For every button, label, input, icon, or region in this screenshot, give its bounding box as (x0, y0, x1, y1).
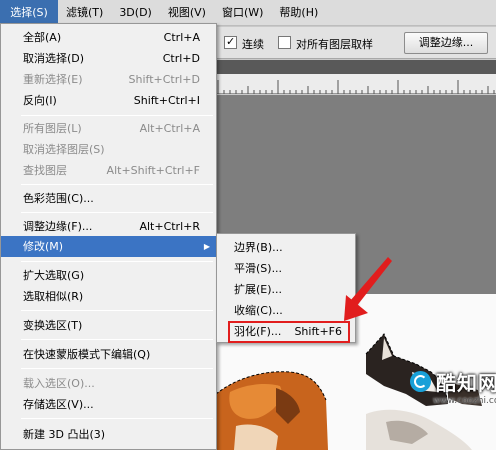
modify-submenu: 边界(B)... 平滑(S)... 扩展(E)... 收缩(C)... 羽化(F… (216, 233, 356, 343)
menu-item-shortcut: Alt+Ctrl+A (139, 122, 200, 135)
submenu-item-label: 收缩(C)... (234, 304, 283, 317)
menu-separator (21, 115, 213, 116)
submenu-item-smooth[interactable]: 平滑(S)... (217, 258, 355, 279)
menu-item-shortcut: Shift+Ctrl+D (128, 73, 200, 86)
menu-item-shortcut: Ctrl+D (162, 52, 200, 65)
menu-item-label: 修改(M) (23, 240, 64, 253)
menu-item-color-range[interactable]: 色彩范围(C)... (1, 188, 216, 209)
submenu-item-expand[interactable]: 扩展(E)... (217, 279, 355, 300)
menu-help[interactable]: 帮助(H) (271, 0, 326, 26)
menu-item-label: 在快速蒙版模式下编辑(Q) (23, 348, 151, 361)
menu-separator (21, 339, 213, 340)
menu-item-label: 调整边缘(F)... (23, 220, 93, 233)
menu-item-label: 变换选区(T) (23, 319, 83, 332)
menu-separator (21, 212, 213, 213)
menu-item-label: 全部(A) (23, 31, 62, 44)
feather-highlight-box (228, 321, 350, 343)
menu-item-all[interactable]: 全部(A) Ctrl+A (1, 27, 216, 48)
menu-item-label: 查找图层 (23, 164, 67, 177)
menu-item-label: 载入选区(O)... (23, 377, 95, 390)
menu-separator (21, 368, 213, 369)
menu-item-modify[interactable]: 修改(M) ▶ (1, 236, 216, 257)
select-menu-dropdown: 全部(A) Ctrl+A 取消选择(D) Ctrl+D 重新选择(E) Shift+C… (0, 23, 217, 450)
menu-item-deselect-layers[interactable]: 取消选择图层(S) (1, 139, 216, 160)
menu-item-save-selection[interactable]: 存储选区(V)... (1, 394, 216, 415)
contiguous-label: 连续 (242, 38, 264, 51)
submenu-item-border[interactable]: 边界(B)... (217, 237, 355, 258)
watermark-url: www.coozhi.com (433, 396, 496, 406)
menu-item-refine-edge[interactable]: 调整边缘(F)... Alt+Ctrl+R (1, 216, 216, 237)
menu-separator (21, 418, 213, 419)
menu-item-similar[interactable]: 选取相似(R) (1, 286, 216, 307)
menu-item-transform-selection[interactable]: 变换选区(T) (1, 315, 216, 336)
coozhi-logo-icon (410, 371, 431, 392)
menu-separator (21, 310, 213, 311)
submenu-item-label: 平滑(S)... (234, 262, 283, 275)
sample-all-layers-label: 对所有图层取样 (296, 38, 373, 51)
menu-item-label: 重新选择(E) (23, 73, 83, 86)
menu-item-find-layers[interactable]: 查找图层 Alt+Shift+Ctrl+F (1, 160, 216, 181)
menu-separator (21, 184, 213, 185)
menu-filter[interactable]: 滤镜(T) (58, 0, 111, 26)
menu-item-label: 反向(I) (23, 94, 57, 107)
menu-item-label: 选取相似(R) (23, 290, 84, 303)
submenu-item-label: 边界(B)... (234, 241, 283, 254)
menu-item-quick-mask[interactable]: 在快速蒙版模式下编辑(Q) (1, 344, 216, 365)
submenu-item-label: 扩展(E)... (234, 283, 283, 296)
menu-item-all-layers[interactable]: 所有图层(L) Alt+Ctrl+A (1, 118, 216, 139)
sample-all-layers-checkbox[interactable] (278, 36, 291, 49)
menu-item-shortcut: Alt+Ctrl+R (139, 220, 200, 233)
menu-item-label: 新建 3D 凸出(3) (23, 428, 106, 441)
contiguous-checkbox[interactable] (224, 35, 237, 49)
menu-item-load-selection[interactable]: 载入选区(O)... (1, 373, 216, 394)
menu-select[interactable]: 选择(S) (0, 0, 58, 26)
menu-3d[interactable]: 3D(D) (111, 0, 160, 26)
menu-item-label: 取消选择(D) (23, 52, 85, 65)
menu-item-deselect[interactable]: 取消选择(D) Ctrl+D (1, 48, 216, 69)
menu-window[interactable]: 窗口(W) (214, 0, 271, 26)
menu-item-shortcut: Shift+Ctrl+I (133, 94, 200, 107)
submenu-arrow-icon: ▶ (203, 242, 210, 251)
menu-item-inverse[interactable]: 反向(I) Shift+Ctrl+I (1, 90, 216, 111)
menu-item-shortcut: Ctrl+A (163, 31, 200, 44)
red-arrow-icon (344, 257, 392, 321)
menu-item-label: 色彩范围(C)... (23, 192, 94, 205)
refine-edge-button[interactable]: 调整边缘... (404, 32, 488, 54)
menu-view[interactable]: 视图(V) (160, 0, 214, 26)
menu-item-new-3d-extrusion[interactable]: 新建 3D 凸出(3) (1, 424, 216, 445)
menu-item-reselect[interactable]: 重新选择(E) Shift+Ctrl+D (1, 69, 216, 90)
menu-item-shortcut: Alt+Shift+Ctrl+F (106, 164, 200, 177)
watermark-name: 酷知网 (436, 371, 496, 395)
menu-item-label: 存储选区(V)... (23, 398, 94, 411)
menu-item-label: 扩大选取(G) (23, 269, 85, 282)
menu-separator (21, 261, 213, 262)
submenu-item-contract[interactable]: 收缩(C)... (217, 300, 355, 321)
menu-item-label: 所有图层(L) (23, 122, 82, 135)
menu-item-label: 取消选择图层(S) (23, 143, 105, 156)
menu-item-grow[interactable]: 扩大选取(G) (1, 265, 216, 286)
